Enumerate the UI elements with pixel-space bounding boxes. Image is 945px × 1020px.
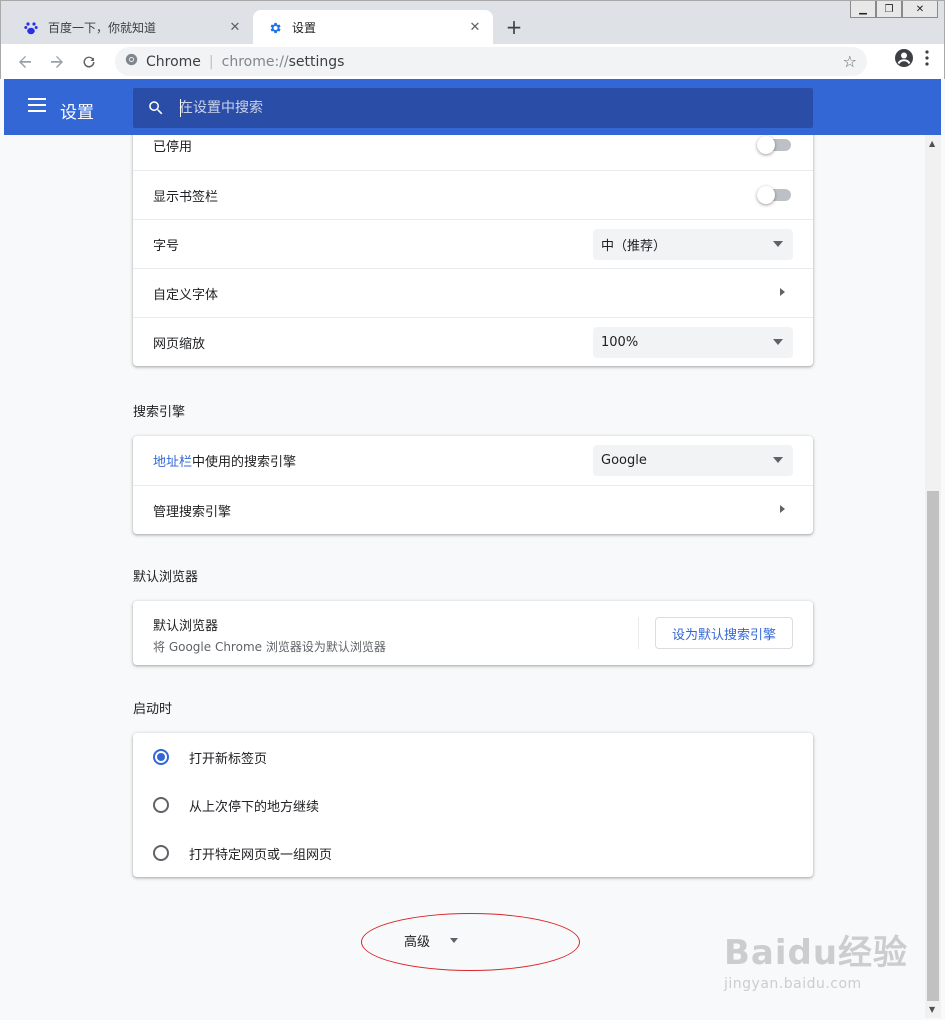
divider (638, 617, 639, 649)
setting-row-font-size: 字号 中（推荐） (133, 219, 813, 268)
browser-toolbar: Chrome | chrome://settings ☆ (0, 44, 945, 79)
row-label: 地址栏中使用的搜索引擎 (153, 455, 297, 470)
appearance-card: 已停用 显示书签栏 字号 中（推荐） 自定义字体 网页缩放 100% (133, 135, 813, 366)
section-title-search-engine: 搜索引擎 (133, 405, 186, 420)
setting-row-bookmarks-bar[interactable]: 显示书签栏 (133, 170, 813, 219)
text-cursor (180, 99, 181, 117)
profile-avatar-icon[interactable] (894, 48, 914, 72)
row-label: 显示书签栏 (153, 189, 219, 205)
row-label: 自定义字体 (153, 287, 219, 303)
settings-content: 已停用 显示书签栏 字号 中（推荐） 自定义字体 网页缩放 100% 搜索引擎 (4, 135, 925, 1018)
site-label: Chrome (146, 53, 201, 70)
radio-button[interactable] (153, 749, 169, 765)
page-zoom-select[interactable]: 100% (593, 327, 793, 358)
toggle-switch[interactable] (757, 136, 791, 154)
select-value: 中（推荐） (601, 239, 667, 254)
dropdown-arrow-icon (773, 457, 783, 463)
font-size-select[interactable]: 中（推荐） (593, 229, 793, 260)
separator: | (208, 53, 214, 70)
search-icon (147, 99, 165, 117)
menu-kebab-icon[interactable] (924, 49, 930, 71)
gear-icon (267, 20, 283, 36)
select-value: 100% (601, 335, 639, 350)
setting-row-manage-engines[interactable]: 管理搜索引擎 (133, 485, 813, 534)
toggle-switch[interactable] (757, 186, 791, 204)
search-engine-select[interactable]: Google (593, 445, 793, 476)
radio-button[interactable] (153, 797, 169, 813)
page-title: 设置 (60, 103, 94, 123)
minimize-icon[interactable]: ▁ (850, 1, 876, 18)
tab-settings[interactable]: 设置 ✕ (253, 10, 493, 45)
default-browser-secondary: 将 Google Chrome 浏览器设为默认浏览器 (153, 640, 386, 654)
tab-baidu[interactable]: 百度一下，你就知道 ✕ (9, 10, 253, 45)
watermark-url: jingyan.baidu.com (724, 976, 862, 992)
annotation-ellipse (361, 913, 580, 971)
row-label: 管理搜索引擎 (153, 504, 232, 520)
baidu-jingyan-watermark: Baidu经验 jingyan.baidu.com (724, 925, 908, 992)
default-browser-primary: 默认浏览器 (153, 619, 219, 634)
scroll-down-arrow-icon[interactable]: ▼ (929, 1005, 935, 1014)
default-browser-card: 默认浏览器 将 Google Chrome 浏览器设为默认浏览器 设为默认搜索引… (133, 601, 813, 665)
section-title-default-browser: 默认浏览器 (133, 570, 199, 585)
back-arrow-icon[interactable] (9, 48, 41, 76)
close-icon[interactable]: ✕ (467, 20, 483, 36)
make-default-button[interactable]: 设为默认搜索引擎 (655, 617, 793, 649)
chrome-logo-icon (125, 53, 138, 70)
row-label: 网页缩放 (153, 336, 206, 352)
setting-row-page-zoom: 网页缩放 100% (133, 317, 813, 366)
forward-arrow-icon[interactable] (41, 48, 73, 76)
new-tab-button[interactable]: + (501, 14, 527, 40)
setting-row-custom-fonts[interactable]: 自定义字体 (133, 268, 813, 317)
bookmark-star-icon[interactable]: ☆ (843, 52, 857, 71)
option-label: 打开新标签页 (189, 751, 268, 767)
tab-title: 设置 (292, 21, 317, 35)
window-controls: ▁ ❐ ✕ (850, 1, 938, 18)
scroll-up-arrow-icon[interactable]: ▲ (929, 139, 935, 148)
baidu-paw-icon (23, 20, 39, 36)
radio-button[interactable] (153, 845, 169, 861)
page-scrollbar[interactable]: ▲ ▼ (925, 135, 941, 1018)
startup-option-new-tab[interactable]: 打开新标签页 (133, 733, 813, 781)
address-bar-link[interactable]: 地址栏 (153, 455, 192, 470)
tab-title: 百度一下，你就知道 (48, 21, 157, 35)
window-close-icon[interactable]: ✕ (902, 1, 938, 18)
url-text: chrome://settings (221, 53, 345, 70)
dropdown-arrow-icon (773, 241, 783, 247)
chevron-right-icon (780, 505, 785, 513)
hamburger-menu-icon[interactable] (28, 98, 46, 112)
setting-row-default-engine: 地址栏中使用的搜索引擎 Google (133, 436, 813, 485)
search-input[interactable] (179, 100, 739, 116)
settings-header: 设置 (4, 79, 941, 135)
option-label: 打开特定网页或一组网页 (189, 847, 333, 863)
select-value: Google (601, 453, 647, 468)
close-icon[interactable]: ✕ (227, 20, 243, 36)
section-title-on-startup: 启动时 (133, 702, 173, 717)
row-label: 字号 (153, 238, 180, 254)
default-browser-text: 默认浏览器 将 Google Chrome 浏览器设为默认浏览器 (153, 615, 386, 655)
startup-option-specific-pages[interactable]: 打开特定网页或一组网页 (133, 829, 813, 877)
reload-icon[interactable] (73, 48, 105, 76)
chevron-right-icon (780, 288, 785, 296)
scrollbar-thumb[interactable] (927, 491, 939, 1001)
startup-option-continue[interactable]: 从上次停下的地方继续 (133, 781, 813, 829)
on-startup-card: 打开新标签页 从上次停下的地方继续 打开特定网页或一组网页 (133, 733, 813, 877)
dropdown-arrow-icon (773, 339, 783, 345)
option-label: 从上次停下的地方继续 (189, 799, 320, 815)
search-engine-card: 地址栏中使用的搜索引擎 Google 管理搜索引擎 (133, 436, 813, 534)
settings-search[interactable] (133, 88, 813, 128)
watermark-brand: Baidu经验 (724, 933, 909, 973)
tab-strip: 百度一下，你就知道 ✕ 设置 ✕ + ▁ ❐ ✕ (0, 0, 945, 45)
address-bar[interactable]: Chrome | chrome://settings ☆ (115, 47, 867, 76)
row-label: 已停用 (153, 140, 193, 155)
setting-row-disabled[interactable]: 已停用 (133, 135, 813, 170)
restore-icon[interactable]: ❐ (876, 1, 902, 18)
